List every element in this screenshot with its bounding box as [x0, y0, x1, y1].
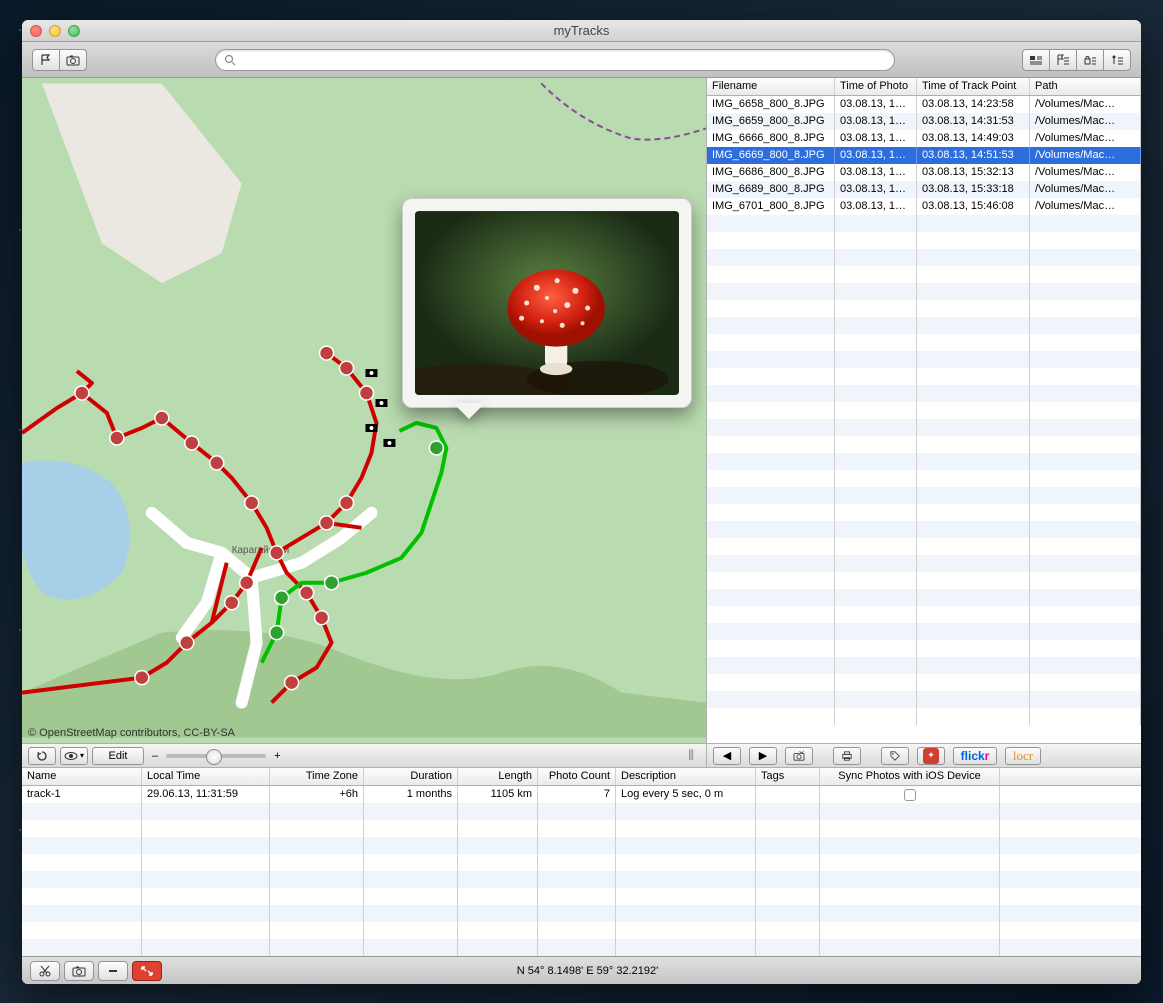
- window-title: myTracks: [554, 23, 610, 38]
- minimize-button[interactable]: [49, 25, 61, 37]
- close-button[interactable]: [30, 25, 42, 37]
- track-table-header: Name Local Time Time Zone Duration Lengt…: [22, 768, 1141, 786]
- view-waypoints-button[interactable]: [1049, 49, 1077, 71]
- expand-button[interactable]: [132, 961, 162, 981]
- photo-popup[interactable]: [402, 198, 692, 408]
- view-photo-list-button[interactable]: [1022, 49, 1050, 71]
- photo-table-header: Filename Time of Photo Time of Track Poi…: [707, 78, 1141, 96]
- col-filename[interactable]: Filename: [707, 78, 835, 95]
- map-toolbar: ▾ Edit – + ⦀: [22, 743, 706, 767]
- zoom-out-label[interactable]: –: [152, 750, 158, 762]
- photo-row[interactable]: IMG_6669_800_8.JPG03.08.13, 1…03.08.13, …: [707, 147, 1141, 164]
- next-button[interactable]: ▶: [749, 747, 777, 765]
- titlebar: myTracks: [22, 20, 1141, 42]
- prev-button[interactable]: ◀: [713, 747, 741, 765]
- photo-row[interactable]: IMG_6701_800_8.JPG03.08.13, 1…03.08.13, …: [707, 198, 1141, 215]
- view-pins-button[interactable]: [1103, 49, 1131, 71]
- col-sync[interactable]: Sync Photos with iOS Device: [820, 768, 1000, 785]
- search-icon: [224, 54, 236, 66]
- photo-row[interactable]: IMG_6659_800_8.JPG03.08.13, 1…03.08.13, …: [707, 113, 1141, 130]
- photo-table-body[interactable]: IMG_6658_800_8.JPG03.08.13, 1…03.08.13, …: [707, 96, 1141, 743]
- col-path[interactable]: Path: [1030, 78, 1141, 95]
- photo-row[interactable]: IMG_6666_800_8.JPG03.08.13, 1…03.08.13, …: [707, 130, 1141, 147]
- view-locked-button[interactable]: [1076, 49, 1104, 71]
- coordinates-label: N 54° 8.1498' E 59° 32.2192': [517, 965, 658, 977]
- zoom-slider[interactable]: [166, 754, 266, 758]
- flickr-button[interactable]: flickr: [953, 747, 997, 765]
- sync-photo-button[interactable]: [785, 747, 813, 765]
- status-bar: N 54° 8.1498' E 59° 32.2192': [22, 956, 1141, 984]
- print-button[interactable]: [833, 747, 861, 765]
- zoom-in-label[interactable]: +: [274, 750, 280, 762]
- col-photo-count[interactable]: Photo Count: [538, 768, 616, 785]
- track-table-body[interactable]: track-129.06.13, 11:31:59+6h1 months1105…: [22, 786, 1141, 956]
- locr-button[interactable]: locr: [1005, 747, 1041, 765]
- col-local-time[interactable]: Local Time: [142, 768, 270, 785]
- col-time-zone[interactable]: Time Zone: [270, 768, 364, 785]
- col-tags[interactable]: Tags: [756, 768, 820, 785]
- map-attribution: © OpenStreetMap contributors, CC-BY-SA: [28, 727, 235, 739]
- visibility-button[interactable]: ▾: [60, 747, 88, 765]
- zoom-button[interactable]: [68, 25, 80, 37]
- pane-handle[interactable]: ⦀: [688, 744, 700, 768]
- remove-button[interactable]: [98, 961, 128, 981]
- flag-button[interactable]: [32, 49, 60, 71]
- col-time-track[interactable]: Time of Track Point: [917, 78, 1030, 95]
- search-input[interactable]: [242, 54, 886, 66]
- col-length[interactable]: Length: [458, 768, 538, 785]
- gps-share-button[interactable]: ✦: [917, 747, 945, 765]
- col-duration[interactable]: Duration: [364, 768, 458, 785]
- edit-button[interactable]: Edit: [92, 747, 144, 765]
- camera-status-button[interactable]: [64, 961, 94, 981]
- photo-row[interactable]: IMG_6689_800_8.JPG03.08.13, 1…03.08.13, …: [707, 181, 1141, 198]
- col-name[interactable]: Name: [22, 768, 142, 785]
- photo-row[interactable]: IMG_6686_800_8.JPG03.08.13, 1…03.08.13, …: [707, 164, 1141, 181]
- photo-toolbar: ◀ ▶ ✦ flickr locr: [707, 743, 1141, 767]
- refresh-button[interactable]: [28, 747, 56, 765]
- map-view[interactable]: Карагайский: [22, 78, 706, 743]
- search-field[interactable]: [215, 49, 895, 71]
- photo-row[interactable]: IMG_6658_800_8.JPG03.08.13, 1…03.08.13, …: [707, 96, 1141, 113]
- photo-preview: [415, 211, 679, 395]
- track-row[interactable]: track-129.06.13, 11:31:59+6h1 months1105…: [22, 786, 1141, 803]
- app-window: myTracks: [22, 20, 1141, 984]
- sync-checkbox[interactable]: [904, 789, 916, 801]
- tag-button[interactable]: [881, 747, 909, 765]
- map-canvas: Карагайский: [22, 78, 706, 743]
- camera-button[interactable]: [59, 49, 87, 71]
- col-description[interactable]: Description: [616, 768, 756, 785]
- cut-button[interactable]: [30, 961, 60, 981]
- toolbar: [22, 42, 1141, 78]
- col-time-photo[interactable]: Time of Photo: [835, 78, 917, 95]
